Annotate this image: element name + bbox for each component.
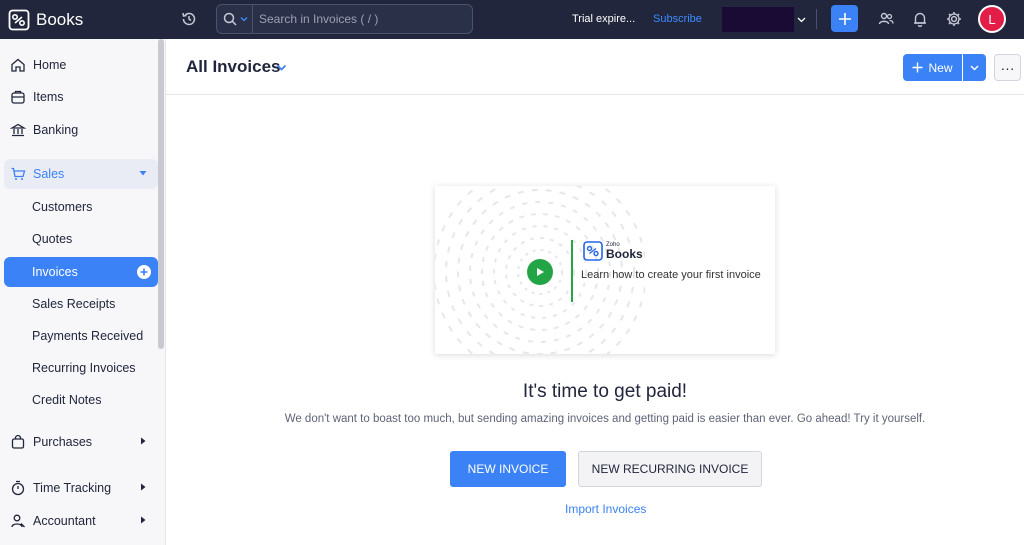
sidebar-item-label: Purchases bbox=[33, 435, 93, 449]
play-icon bbox=[535, 267, 545, 277]
search-filter-toggle[interactable] bbox=[217, 5, 253, 33]
tutorial-video-card[interactable]: Zoho Books Learn how to create your firs… bbox=[435, 186, 775, 354]
accent-divider bbox=[571, 240, 573, 302]
home-icon bbox=[10, 57, 26, 73]
sidebar-item-payments-received[interactable]: Payments Received bbox=[4, 321, 158, 351]
chevron-down-icon[interactable] bbox=[276, 62, 287, 73]
caret-down-icon bbox=[138, 168, 148, 178]
chevron-down-icon bbox=[240, 15, 248, 23]
logo-books-text: Books bbox=[606, 247, 643, 261]
sidebar-item-label: Home bbox=[33, 58, 67, 72]
brand[interactable]: Books bbox=[0, 0, 166, 39]
sidebar-item-label: Invoices bbox=[32, 265, 78, 279]
items-icon bbox=[10, 89, 26, 105]
play-video-button[interactable] bbox=[527, 259, 553, 285]
sidebar-item-label: Sales bbox=[33, 167, 65, 181]
recent-history-icon[interactable] bbox=[180, 10, 198, 28]
organization-name-box bbox=[722, 7, 794, 32]
more-options-button[interactable]: ··· bbox=[994, 54, 1021, 81]
sidebar-item-label: Accountant bbox=[33, 514, 96, 528]
sidebar-item-home[interactable]: Home bbox=[4, 50, 158, 80]
subscribe-link[interactable]: Subscribe bbox=[653, 13, 702, 25]
sidebar-item-purchases[interactable]: Purchases bbox=[4, 427, 158, 457]
chevron-down-icon bbox=[970, 63, 979, 72]
search-box[interactable] bbox=[216, 4, 473, 34]
new-recurring-invoice-button[interactable]: NEW RECURRING INVOICE bbox=[578, 451, 762, 487]
books-logo-icon bbox=[8, 9, 30, 31]
plus-icon bbox=[838, 12, 852, 26]
cart-icon bbox=[10, 166, 26, 182]
quick-create-button[interactable] bbox=[831, 5, 858, 32]
sidebar-item-accountant[interactable]: Accountant bbox=[4, 506, 158, 536]
sidebar-item-label: Payments Received bbox=[32, 329, 144, 343]
brand-name: Books bbox=[36, 9, 84, 29]
new-invoice-button[interactable]: NEW INVOICE bbox=[450, 451, 566, 487]
new-button-label: New bbox=[928, 60, 953, 75]
empty-state-headline: It's time to get paid! bbox=[522, 381, 688, 402]
sidebar-item-label: Customers bbox=[32, 200, 93, 214]
sidebar-item-quotes[interactable]: Quotes bbox=[4, 224, 158, 254]
organization-selector[interactable] bbox=[722, 7, 806, 32]
sidebar-item-banking[interactable]: Banking bbox=[4, 115, 158, 145]
search-icon bbox=[223, 12, 237, 26]
sidebar-item-label: Sales Receipts bbox=[32, 297, 116, 311]
bank-icon bbox=[10, 122, 26, 138]
sidebar-item-label: Items bbox=[33, 90, 64, 104]
search-input[interactable] bbox=[253, 12, 472, 26]
sidebar-item-items[interactable]: Items bbox=[4, 82, 158, 112]
import-invoices-link[interactable]: Import Invoices bbox=[565, 502, 646, 516]
page-header: All Invoices New ··· bbox=[166, 39, 1024, 95]
sidebar-item-invoices[interactable]: Invoices bbox=[4, 257, 158, 287]
sidebar-item-label: Recurring Invoices bbox=[32, 361, 136, 375]
sidebar-item-label: Credit Notes bbox=[32, 393, 102, 407]
caret-right-icon bbox=[138, 515, 148, 525]
add-invoice-icon[interactable] bbox=[137, 265, 151, 279]
trial-status: Trial expire... bbox=[572, 13, 636, 25]
caret-right-icon bbox=[138, 482, 148, 492]
top-bar: Books Trial expire... Subscribe bbox=[0, 0, 1024, 39]
users-icon[interactable] bbox=[877, 10, 895, 28]
sidebar-scrollbar[interactable] bbox=[158, 39, 164, 349]
gear-icon[interactable] bbox=[945, 10, 963, 28]
bag-icon bbox=[10, 434, 26, 450]
stopwatch-icon bbox=[10, 480, 26, 496]
sidebar-item-label: Time Tracking bbox=[33, 481, 112, 495]
sidebar-item-credit-notes[interactable]: Credit Notes bbox=[4, 385, 158, 415]
new-options-dropdown-button[interactable] bbox=[963, 54, 986, 81]
bell-icon[interactable] bbox=[911, 10, 929, 28]
sidebar-item-sales[interactable]: Sales bbox=[4, 159, 158, 189]
tutorial-description: Learn how to create your first invoice bbox=[581, 269, 761, 281]
books-logo-icon bbox=[583, 241, 603, 261]
page-title[interactable]: All Invoices bbox=[186, 57, 280, 77]
sidebar-item-label: Quotes bbox=[32, 232, 73, 246]
sidebar-item-customers[interactable]: Customers bbox=[4, 192, 158, 222]
new-invoice-header-button[interactable]: New bbox=[903, 54, 962, 81]
sidebar-item-label: Banking bbox=[33, 123, 79, 137]
sidebar-item-sales-receipts[interactable]: Sales Receipts bbox=[4, 289, 158, 319]
sidebar: Home Items Banking Sales Customers Quote… bbox=[0, 39, 166, 545]
empty-state-subtext: We don't want to boast too much, but sen… bbox=[284, 413, 926, 425]
plus-icon bbox=[912, 62, 923, 73]
topbar-divider bbox=[816, 9, 817, 29]
caret-right-icon bbox=[138, 436, 148, 446]
sidebar-item-recurring-invoices[interactable]: Recurring Invoices bbox=[4, 353, 158, 383]
accountant-icon bbox=[10, 513, 26, 529]
sidebar-item-time-tracking[interactable]: Time Tracking bbox=[4, 473, 158, 503]
chevron-down-icon bbox=[797, 15, 806, 24]
avatar[interactable]: L bbox=[978, 5, 1006, 33]
zoho-books-logo: Zoho Books bbox=[583, 241, 643, 261]
